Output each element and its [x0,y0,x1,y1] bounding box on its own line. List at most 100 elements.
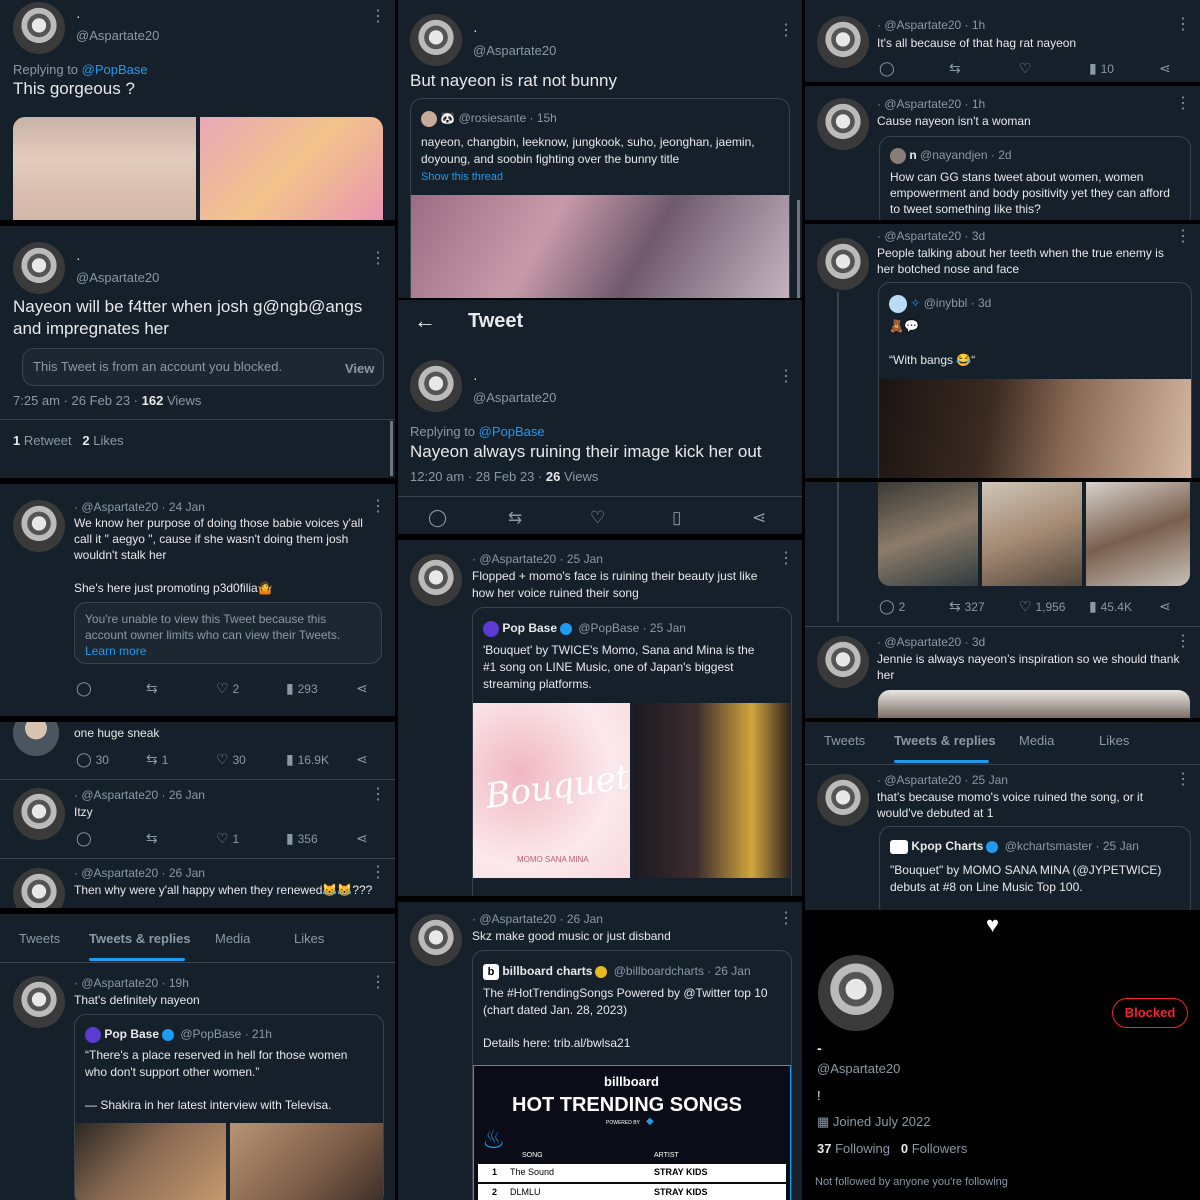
avatar[interactable] [410,554,462,606]
nayeon-pink-outfit-image[interactable] [200,117,383,220]
more-icon[interactable]: ⋮ [1175,226,1191,246]
replying-handle-link[interactable]: @PopBase [82,62,148,77]
reply-icon[interactable]: ◯ [428,508,447,528]
avatar[interactable] [13,788,65,840]
avatar[interactable] [13,976,65,1028]
retweet-label[interactable]: Retweet [24,433,72,448]
more-icon[interactable]: ⋮ [370,496,386,516]
scrollbar[interactable] [797,200,800,298]
share-icon[interactable]: ⋖ [1159,60,1171,77]
tab-likes[interactable]: Likes [294,931,324,946]
mirror-selfie-3[interactable] [1086,482,1190,586]
more-icon[interactable]: ⋮ [778,20,794,40]
quoted-tweet[interactable]: 🐼 @rosiesante · 15h nayeon, changbin, le… [410,98,790,298]
profile-avatar[interactable] [815,952,897,1034]
tab-tweets[interactable]: Tweets [824,733,865,748]
display-name[interactable]: · [76,250,81,266]
more-icon[interactable]: ⋮ [1175,631,1191,651]
views-icon[interactable]: ▮ 16.9K [286,751,329,768]
mirror-selfie-1[interactable] [878,482,978,586]
avatar[interactable] [13,242,65,294]
more-icon[interactable]: ⋮ [370,972,386,992]
more-icon[interactable]: ⋮ [1175,769,1191,789]
retweet-icon[interactable]: ⇆ [146,680,158,697]
bouquet-album-cover[interactable]: Bouquet MOMO SANA MINA [473,703,632,878]
retweet-count[interactable]: 1 [13,433,20,448]
tab-tweets-replies[interactable]: Tweets & replies [89,931,191,946]
views-icon[interactable]: ▮ 293 [286,680,318,697]
quoted-tweet[interactable]: Pop Base @PopBase · 25 Jan 'Bouquet' by … [472,607,792,896]
like-icon[interactable]: ♡ 2 [216,680,239,697]
share-icon[interactable]: ⋖ [356,751,368,768]
display-name[interactable]: · [473,22,478,38]
view-button[interactable]: View [345,361,374,376]
display-name[interactable]: · [473,370,478,386]
tab-media[interactable]: Media [1019,733,1054,748]
avatar[interactable] [13,722,59,756]
avatar[interactable] [817,238,869,290]
nayeon-selfie-image[interactable] [13,117,196,220]
learn-more-link[interactable]: Learn more [85,644,146,658]
show-thread-link[interactable]: Show this thread [421,171,503,183]
avatar[interactable] [410,914,462,966]
handle[interactable]: @Aspartate20 [473,43,556,58]
handle[interactable]: @Aspartate20 [473,390,556,405]
reply-icon[interactable]: ◯ 2 [879,598,905,615]
share-icon[interactable]: ⋖ [752,508,766,528]
tab-likes[interactable]: Likes [1099,733,1129,748]
bookmark-icon[interactable]: ▯ [672,508,681,528]
handle[interactable]: @Aspartate20 [76,28,159,43]
avatar[interactable] [410,360,462,412]
momo-sana-mina-photo[interactable] [634,703,791,878]
like-icon[interactable]: ♡ [1019,60,1032,77]
more-icon[interactable]: ⋮ [1175,14,1191,34]
views-icon[interactable]: ▮ 45.4K [1089,598,1132,615]
more-icon[interactable]: ⋮ [370,6,386,26]
like-icon[interactable]: ♡ 1 [216,830,239,847]
more-icon[interactable]: ⋮ [370,784,386,804]
reply-icon[interactable]: ◯ [879,60,895,77]
retweet-icon[interactable]: ⇆ [508,508,522,528]
more-icon[interactable]: ⋮ [778,908,794,928]
reply-icon[interactable]: ◯ 30 [76,751,109,768]
shakira-photo-1[interactable] [75,1123,226,1200]
retweet-icon[interactable]: ⇆ 1 [146,751,168,768]
quoted-tweet[interactable]: Pop Base @PopBase · 21h “There's a place… [74,1014,384,1200]
handle[interactable]: @Aspartate20 [76,270,159,285]
blocked-button[interactable]: Blocked [1112,998,1188,1028]
share-icon[interactable]: ⋖ [356,680,368,697]
mirror-selfie-2[interactable] [982,482,1082,586]
likes-label[interactable]: Likes [93,433,123,448]
like-icon[interactable]: ♡ [590,508,605,528]
avatar[interactable] [13,2,65,54]
views-icon[interactable]: ▮ 10 [1089,60,1114,77]
tab-tweets-replies[interactable]: Tweets & replies [894,733,996,748]
tab-tweets[interactable]: Tweets [19,931,60,946]
likes-count[interactable]: 2 [82,433,89,448]
followers-label[interactable]: Followers [912,1141,968,1156]
avatar[interactable] [410,14,462,66]
retweet-icon[interactable]: ⇆ [146,830,158,847]
scrollbar[interactable] [390,421,393,476]
share-icon[interactable]: ⋖ [356,830,368,847]
retweet-icon[interactable]: ⇆ 327 [949,598,985,615]
more-icon[interactable]: ⋮ [370,862,386,882]
display-name[interactable]: · [76,8,81,24]
selfie-bangs-image[interactable] [879,379,1191,478]
more-icon[interactable]: ⋮ [778,366,794,386]
more-icon[interactable]: ⋮ [778,548,794,568]
quoted-video-image[interactable] [411,195,789,298]
quoted-tweet[interactable]: b billboard charts @billboardcharts · 26… [472,950,792,1200]
followers-count[interactable]: 0 [901,1141,908,1156]
avatar[interactable] [13,500,65,552]
hot-trending-songs-chart-image[interactable]: billboard HOT TRENDING SONGS POWERED BY … [473,1065,791,1200]
avatar[interactable] [13,868,65,908]
share-icon[interactable]: ⋖ [1159,598,1171,615]
avatar[interactable] [817,98,869,150]
quoted-tweet[interactable]: n @nayandjen · 2d How can GG stans tweet… [879,136,1191,220]
back-arrow-icon[interactable]: ← [414,308,436,334]
shakira-photo-2[interactable] [230,1123,383,1200]
jennie-photo-preview[interactable] [878,690,1190,718]
retweet-icon[interactable]: ⇆ [949,60,961,77]
tab-media[interactable]: Media [215,931,250,946]
